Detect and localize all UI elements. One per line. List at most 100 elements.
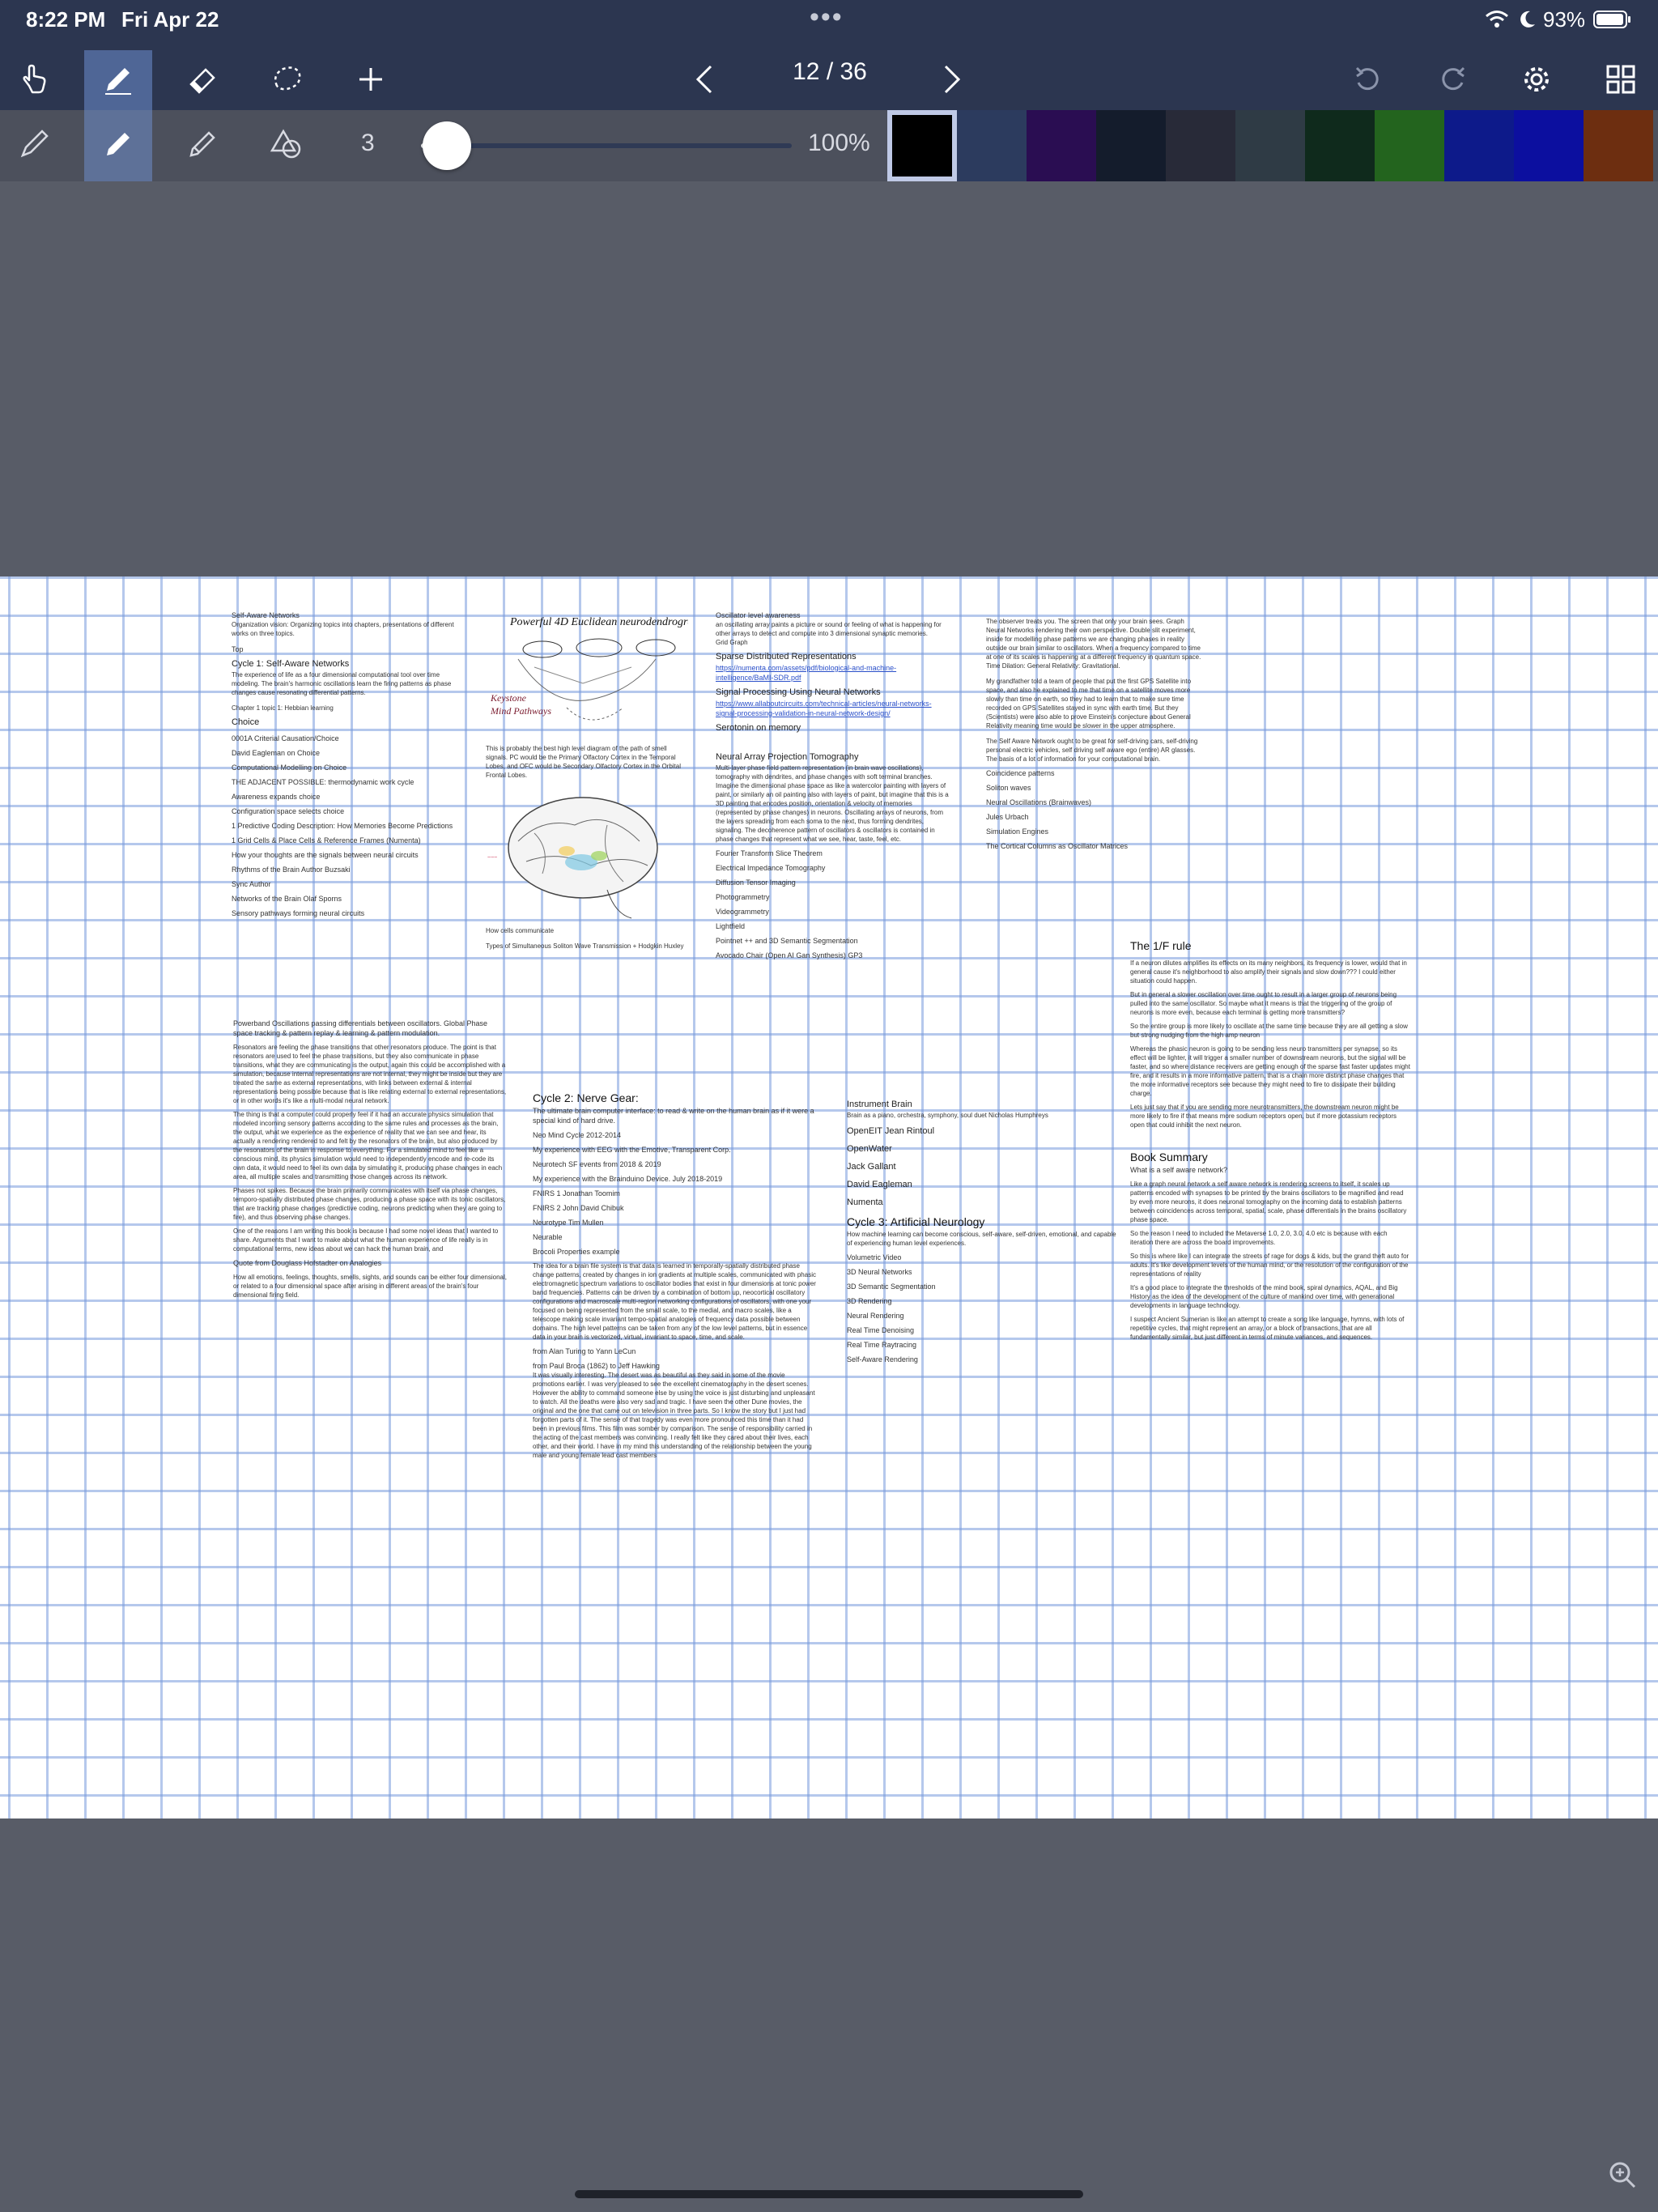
topic-list-item: THE ADJACENT POSSIBLE: thermodynamic wor…: [232, 778, 414, 786]
ballpoint-pen-icon: [100, 126, 136, 166]
color-swatch[interactable]: [1027, 110, 1096, 181]
page-indicator[interactable]: 12 / 36: [753, 58, 907, 86]
svg-text:Mind Pathways: Mind Pathways: [490, 705, 551, 717]
phases-paragraph: Phases not spikes. Because the brain pri…: [233, 1187, 506, 1221]
from-turing: from Alan Turing to Yann LeCun: [533, 1347, 636, 1355]
choice-heading: Choice: [232, 717, 260, 727]
column-3-body: Instrument Brain Brain as a piano, orche…: [847, 1095, 1122, 1364]
svg-text:Keystone: Keystone: [490, 692, 527, 704]
col1-topic-list: 0001A Criterial Causation/Choice David Ea…: [232, 734, 466, 918]
topic-list-item: 0001A Criterial Causation/Choice: [232, 734, 339, 742]
topic-list-item: Sync Author: [232, 880, 271, 888]
pen-size-slider[interactable]: [421, 143, 792, 148]
cycle3-description: How machine learning can become consciou…: [847, 1231, 1116, 1247]
cycle1-description: The experience of life as a four dimensi…: [232, 671, 452, 696]
topic-list-item: Rhythms of the Brain Author Buzsaki: [232, 866, 351, 874]
coincidence-list-item: Neural Oscillations (Brainwaves): [986, 798, 1092, 806]
redo-icon: [1435, 62, 1470, 101]
col3-item-list-2: Volumetric Video 3D Neural Networks 3D Sem…: [847, 1253, 1122, 1364]
artificial-neurology-item: 3D Rendering: [847, 1297, 892, 1305]
color-swatch[interactable]: [1096, 110, 1166, 181]
multitasking-dots[interactable]: •••: [810, 2, 844, 33]
summary-paragraph-4: It's a good place to integrate the thres…: [1130, 1284, 1398, 1309]
instrument-brain-person: Jack Gallant: [847, 1162, 896, 1172]
top-toolbar: 8:22 PM Fri Apr 22 ••• 93% 12 / 36: [0, 0, 1658, 112]
col4-item-list: Coincidence patterns Soliton waves Neural …: [986, 768, 1205, 851]
topic-list-item: Computational Modelling on Choice: [232, 764, 347, 772]
pen-size-value: 3: [361, 130, 375, 156]
rule-paragraph-5: Lets just say that if you are sending mo…: [1130, 1104, 1399, 1129]
tomography-list-item: Videogrammetry: [716, 908, 769, 916]
color-swatch[interactable]: [1166, 110, 1235, 181]
cycle3-heading: Cycle 3: Artificial Neurology: [847, 1215, 985, 1228]
add-button[interactable]: [337, 50, 405, 112]
signal-processing-link[interactable]: https://www.allaboutcircuits.com/technic…: [716, 699, 950, 718]
oscillations-lead: Powerband Oscillations passing different…: [233, 1019, 488, 1037]
signal-processing-heading: Signal Processing Using Neural Networks: [716, 687, 881, 697]
pen-size-slider-thumb[interactable]: [423, 121, 472, 170]
color-swatch[interactable]: [1444, 110, 1514, 181]
coincidence-list-item: Coincidence patterns: [986, 769, 1055, 777]
redo-button[interactable]: [1418, 50, 1486, 112]
rule-paragraph-3: So the entire group is more likely to os…: [1130, 1023, 1408, 1039]
undo-button[interactable]: [1334, 50, 1402, 112]
one-over-f-heading: The 1/F rule: [1130, 939, 1192, 952]
col2-item-list: Neo Mind Cycle 2012-2014 My experience wi…: [533, 1130, 818, 1257]
summary-paragraph-5: I suspect Ancient Sumerian is like an at…: [1130, 1316, 1405, 1341]
color-swatch[interactable]: [1235, 110, 1305, 181]
cycle2-heading: Cycle 2: Nerve Gear:: [533, 1091, 639, 1104]
lasso-tool-button[interactable]: [253, 50, 321, 112]
color-swatch[interactable]: [1375, 110, 1444, 181]
status-date: Fri Apr 22: [121, 7, 219, 32]
emotions-paragraph: How all emotions, feelings, thoughts, sm…: [233, 1274, 507, 1299]
zoom-icon[interactable]: [1608, 2160, 1637, 2193]
artificial-neurology-item: Real Time Denoising: [847, 1326, 915, 1334]
brush-pen-button[interactable]: [168, 110, 236, 181]
color-swatch[interactable]: [887, 110, 957, 181]
color-swatch[interactable]: [1514, 110, 1584, 181]
pen-tool-button[interactable]: [84, 50, 152, 112]
color-swatch[interactable]: [957, 110, 1027, 181]
artificial-neurology-item: Neural Rendering: [847, 1312, 904, 1320]
color-swatch[interactable]: [1305, 110, 1375, 181]
sdr-link[interactable]: https://numenta.com/assets/pdf/biologica…: [716, 663, 950, 683]
hand-tool-button[interactable]: [0, 50, 68, 112]
brush-pen-icon: [185, 126, 220, 166]
nerve-gear-list-item: My experience with the Brainduino Device…: [533, 1175, 723, 1183]
rule-paragraph-4: Whereas the phasic neuron is going to be…: [1130, 1045, 1410, 1097]
ballpoint-pen-button[interactable]: [84, 110, 152, 181]
eraser-tool-button[interactable]: [168, 50, 236, 112]
hofstadter-quote: Quote from Douglass Hofstadter on Analog…: [233, 1259, 382, 1267]
topic-list-item: Awareness expands choice: [232, 793, 321, 801]
color-swatch[interactable]: [1584, 110, 1653, 181]
next-page-button[interactable]: [916, 50, 984, 112]
add-icon: [353, 62, 389, 101]
nerve-gear-list-item: Brocoli Properties example: [533, 1248, 620, 1256]
coincidence-list-item: Soliton waves: [986, 784, 1031, 792]
chevron-left-icon: [688, 62, 724, 101]
nerve-gear-list-item: FNIRS 2 John David Chibuk: [533, 1204, 624, 1212]
coincidence-list-item: Jules Urbach: [986, 813, 1029, 821]
fountain-pen-button[interactable]: [0, 110, 68, 181]
handwritten-sketch-diagram: Powerful 4D Euclidean neurodendrogram Ke…: [490, 616, 702, 721]
shape-tool-button[interactable]: [253, 110, 321, 181]
previous-page-button[interactable]: [672, 50, 740, 112]
column-1: Self-Aware Networks Organization vision:…: [232, 610, 466, 918]
cycle1-heading: Cycle 1: Self-Aware Networks: [232, 659, 350, 669]
sketch-caption: This is probably the best high level dia…: [486, 745, 682, 779]
observer-paragraph: The observer treats you. The screen that…: [986, 618, 1201, 670]
column-4-body: The 1/F rule If a neuron dilutes amplifi…: [1130, 933, 1410, 1346]
sdr-heading: Sparse Distributed Representations: [716, 652, 857, 661]
topic-list-item: 1 Grid Cells & Place Cells & Reference F…: [232, 836, 421, 844]
brain-diagram-image: ~~~: [487, 797, 658, 919]
instrument-brain-person: OpenEIT Jean Rintoul: [847, 1126, 935, 1136]
instrument-brain-person: David Eagleman: [847, 1180, 912, 1189]
tomography-list-item: Pointnet ++ and 3D Semantic Segmentation: [716, 937, 858, 945]
grid-view-button[interactable]: [1587, 50, 1655, 112]
artificial-neurology-item: Volumetric Video: [847, 1253, 902, 1261]
tomography-desc: Multi-layer phase field pattern represen…: [716, 764, 949, 843]
home-indicator[interactable]: [575, 2190, 1083, 2198]
cycle2-description: The ultimate brain computer interface: t…: [533, 1107, 814, 1125]
notebook-page[interactable]: Self-Aware Networks Organization vision:…: [0, 576, 1658, 1819]
settings-button[interactable]: [1503, 50, 1571, 112]
